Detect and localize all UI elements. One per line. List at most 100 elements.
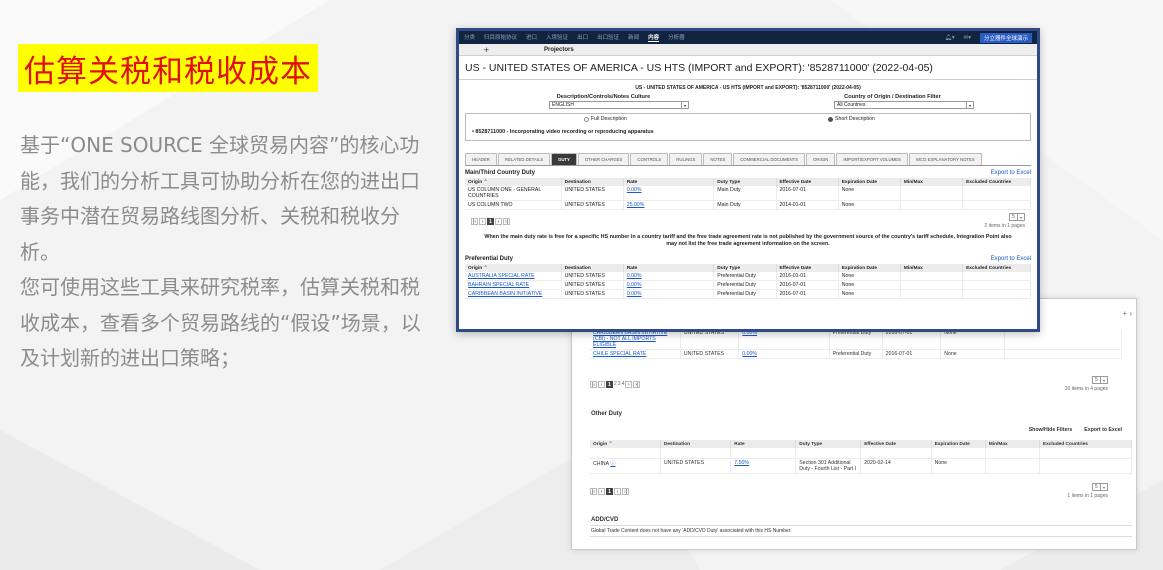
tab-header[interactable]: HEADER <box>465 153 497 165</box>
intro-paragraph-2: 您可使用这些工具来研究税率，估算关税和税收成本，查看多个贸易路线的“假设”场景，… <box>20 275 421 370</box>
link-cell[interactable]: 0.00% <box>623 289 715 299</box>
link-cell[interactable]: CARIBBEAN BASIN INITIATIVE (CBI) - NOT A… <box>590 329 681 350</box>
tab-import-export-volumes[interactable]: IMPORT/EXPORT VOLUMES <box>836 153 908 165</box>
column-header[interactable]: Destination <box>561 178 624 186</box>
export-excel-button-back[interactable]: Export to Excel <box>1084 427 1122 433</box>
short-description-radio[interactable]: Short Description <box>828 116 875 122</box>
column-header[interactable]: Excluded Countries <box>962 264 1031 272</box>
last-page-button[interactable]: ›| <box>633 380 641 388</box>
tab-duty[interactable]: DUTY <box>551 153 577 165</box>
column-header[interactable]: Duty Type <box>713 264 777 272</box>
mail-icon[interactable]: ✉▾ <box>964 35 971 41</box>
show-hide-filters-button[interactable]: Show/Hide Filters <box>1029 427 1073 433</box>
tab-notes[interactable]: NOTES <box>703 153 733 165</box>
country-filter-label: Country of Origin / Destination Filter <box>844 94 941 100</box>
nav-item[interactable]: 入境验证 <box>546 33 568 42</box>
page-1-button[interactable]: 1 <box>606 380 613 388</box>
export-excel-button[interactable]: Export to Excel <box>991 170 1031 176</box>
page-1-button[interactable]: 1 <box>606 487 613 495</box>
tab-origin[interactable]: ORIGIN <box>806 153 836 165</box>
page-size-select[interactable]: 5 ▾ <box>1092 376 1108 384</box>
page-2-button[interactable]: 2 <box>614 381 617 387</box>
column-header[interactable]: Min/Max <box>900 178 964 186</box>
nav-item[interactable]: 进口 <box>526 33 537 42</box>
add-tab-button[interactable]: + <box>459 45 497 55</box>
first-page-button[interactable]: |‹ <box>471 217 478 225</box>
column-header[interactable]: Min/Max <box>900 264 964 272</box>
full-description-radio[interactable]: Full Description <box>584 116 627 122</box>
column-header[interactable]: Duty Type <box>795 440 862 448</box>
link-cell[interactable]: 25.00% <box>623 200 715 210</box>
prev-page-button[interactable]: ‹ <box>598 487 605 495</box>
link-cell[interactable]: 0.00% <box>623 186 715 201</box>
user-menu[interactable]: 分立器件全球演示 <box>979 32 1032 43</box>
last-page-button[interactable]: ›| <box>622 487 629 495</box>
column-header[interactable]: Rate <box>730 440 797 448</box>
collapse-icon[interactable]: + › <box>1122 309 1132 318</box>
country-select[interactable]: All Countries ▾ <box>834 101 974 109</box>
first-page-button[interactable]: |‹ <box>590 380 597 388</box>
nav-item[interactable]: 分析器 <box>668 33 685 42</box>
tab-other-charges[interactable]: OTHER CHARGES <box>577 153 630 165</box>
first-page-button[interactable]: |‹ <box>590 487 597 495</box>
column-header[interactable]: Destination <box>660 440 732 448</box>
link-cell[interactable]: BAHRAIN SPECIAL RATE <box>465 280 562 290</box>
other-duty-table: Origin ⌃ Destination Rate Duty Type Effectiv… <box>590 440 1133 474</box>
bell-icon[interactable]: 🔔︎▾ <box>945 35 955 41</box>
column-header[interactable]: Effective Date <box>776 178 839 186</box>
next-page-button[interactable]: › <box>495 217 502 225</box>
column-header[interactable]: Origin ⌃ <box>590 440 661 448</box>
tab-controls[interactable]: CONTROLS <box>630 153 669 165</box>
column-header[interactable]: Excluded Countries <box>962 178 1031 186</box>
table-cell <box>962 186 1031 201</box>
nav-item[interactable]: 出口 <box>577 33 588 42</box>
next-page-button[interactable]: › <box>614 487 621 495</box>
language-select[interactable]: ENGLISH ▾ <box>549 101 689 109</box>
column-header[interactable]: Rate <box>623 178 715 186</box>
prev-page-button[interactable]: ‹ <box>598 380 605 388</box>
nav-item[interactable]: 分类 <box>464 33 475 42</box>
tab-wco-explanatory-notes[interactable]: WCO EXPLANATORY NOTES <box>908 153 982 165</box>
table-cell: None <box>838 186 901 201</box>
column-header[interactable]: Excluded Countries <box>1039 440 1133 448</box>
column-header[interactable]: Expiration Date <box>931 440 986 448</box>
column-header[interactable]: Rate <box>623 264 715 272</box>
column-header[interactable]: Min/Max <box>985 440 1040 448</box>
next-page-button[interactable]: › <box>625 380 633 388</box>
nav-item[interactable]: 归目原始协议 <box>484 33 517 42</box>
page-size-select[interactable]: 5 ▾ <box>1009 213 1025 221</box>
column-header[interactable]: Duty Type <box>713 178 777 186</box>
nav-item[interactable]: 内容 <box>648 33 660 42</box>
preferential-continued-table: CARIBBEAN BASIN INITIATIVE (CBI) - NOT A… <box>590 329 1122 359</box>
page-1-button[interactable]: 1 <box>487 217 494 225</box>
nav-item[interactable]: 新闻 <box>628 33 639 42</box>
tab-commercial-documents[interactable]: COMMERCIAL DOCUMENTS <box>733 153 806 165</box>
column-header[interactable]: Origin ⌃ <box>465 264 562 272</box>
link-cell[interactable]: CHILE SPECIAL RATE <box>590 349 681 359</box>
last-page-button[interactable]: ›| <box>503 217 510 225</box>
page-3-button[interactable]: 3 <box>618 381 621 387</box>
link-cell[interactable]: CARIBBEAN BASIN INITIATIVE <box>465 289 562 299</box>
prev-page-button[interactable]: ‹ <box>479 217 486 225</box>
export-excel-button-pref[interactable]: Export to Excel <box>991 256 1031 262</box>
page-4-button[interactable]: 4 <box>622 381 625 387</box>
link-cell[interactable]: 0.00% <box>623 280 715 290</box>
page-size-select[interactable]: 5 ▾ <box>1092 483 1108 491</box>
tab-rulings[interactable]: RULINGS <box>669 153 703 165</box>
nav-item[interactable]: 出口验证 <box>597 33 619 42</box>
column-header[interactable]: Effective Date <box>860 440 932 448</box>
tab-related-details[interactable]: RELATED DETAILS <box>497 153 551 165</box>
info-link-icon[interactable]: ⓘ <box>610 461 615 467</box>
table-cell: Main Duty <box>713 200 777 210</box>
column-header[interactable]: Expiration Date <box>838 178 901 186</box>
addcvd-title: ADD/CVD <box>591 517 619 523</box>
link-cell[interactable]: 0.00% <box>738 349 830 359</box>
column-header[interactable]: Origin ⌃ <box>465 178 562 186</box>
column-header[interactable]: Destination <box>561 264 624 272</box>
link-cell[interactable]: AUSTRALIA SPECIAL RATE <box>465 272 562 281</box>
column-header[interactable]: Expiration Date <box>838 264 901 272</box>
link-cell[interactable]: 0.00% <box>623 272 715 281</box>
table-row: AUSTRALIA SPECIAL RATE UNITED STATES 0.00%… <box>465 272 1031 281</box>
column-header[interactable]: Effective Date <box>776 264 839 272</box>
link-cell[interactable]: 0.00% <box>738 329 830 350</box>
